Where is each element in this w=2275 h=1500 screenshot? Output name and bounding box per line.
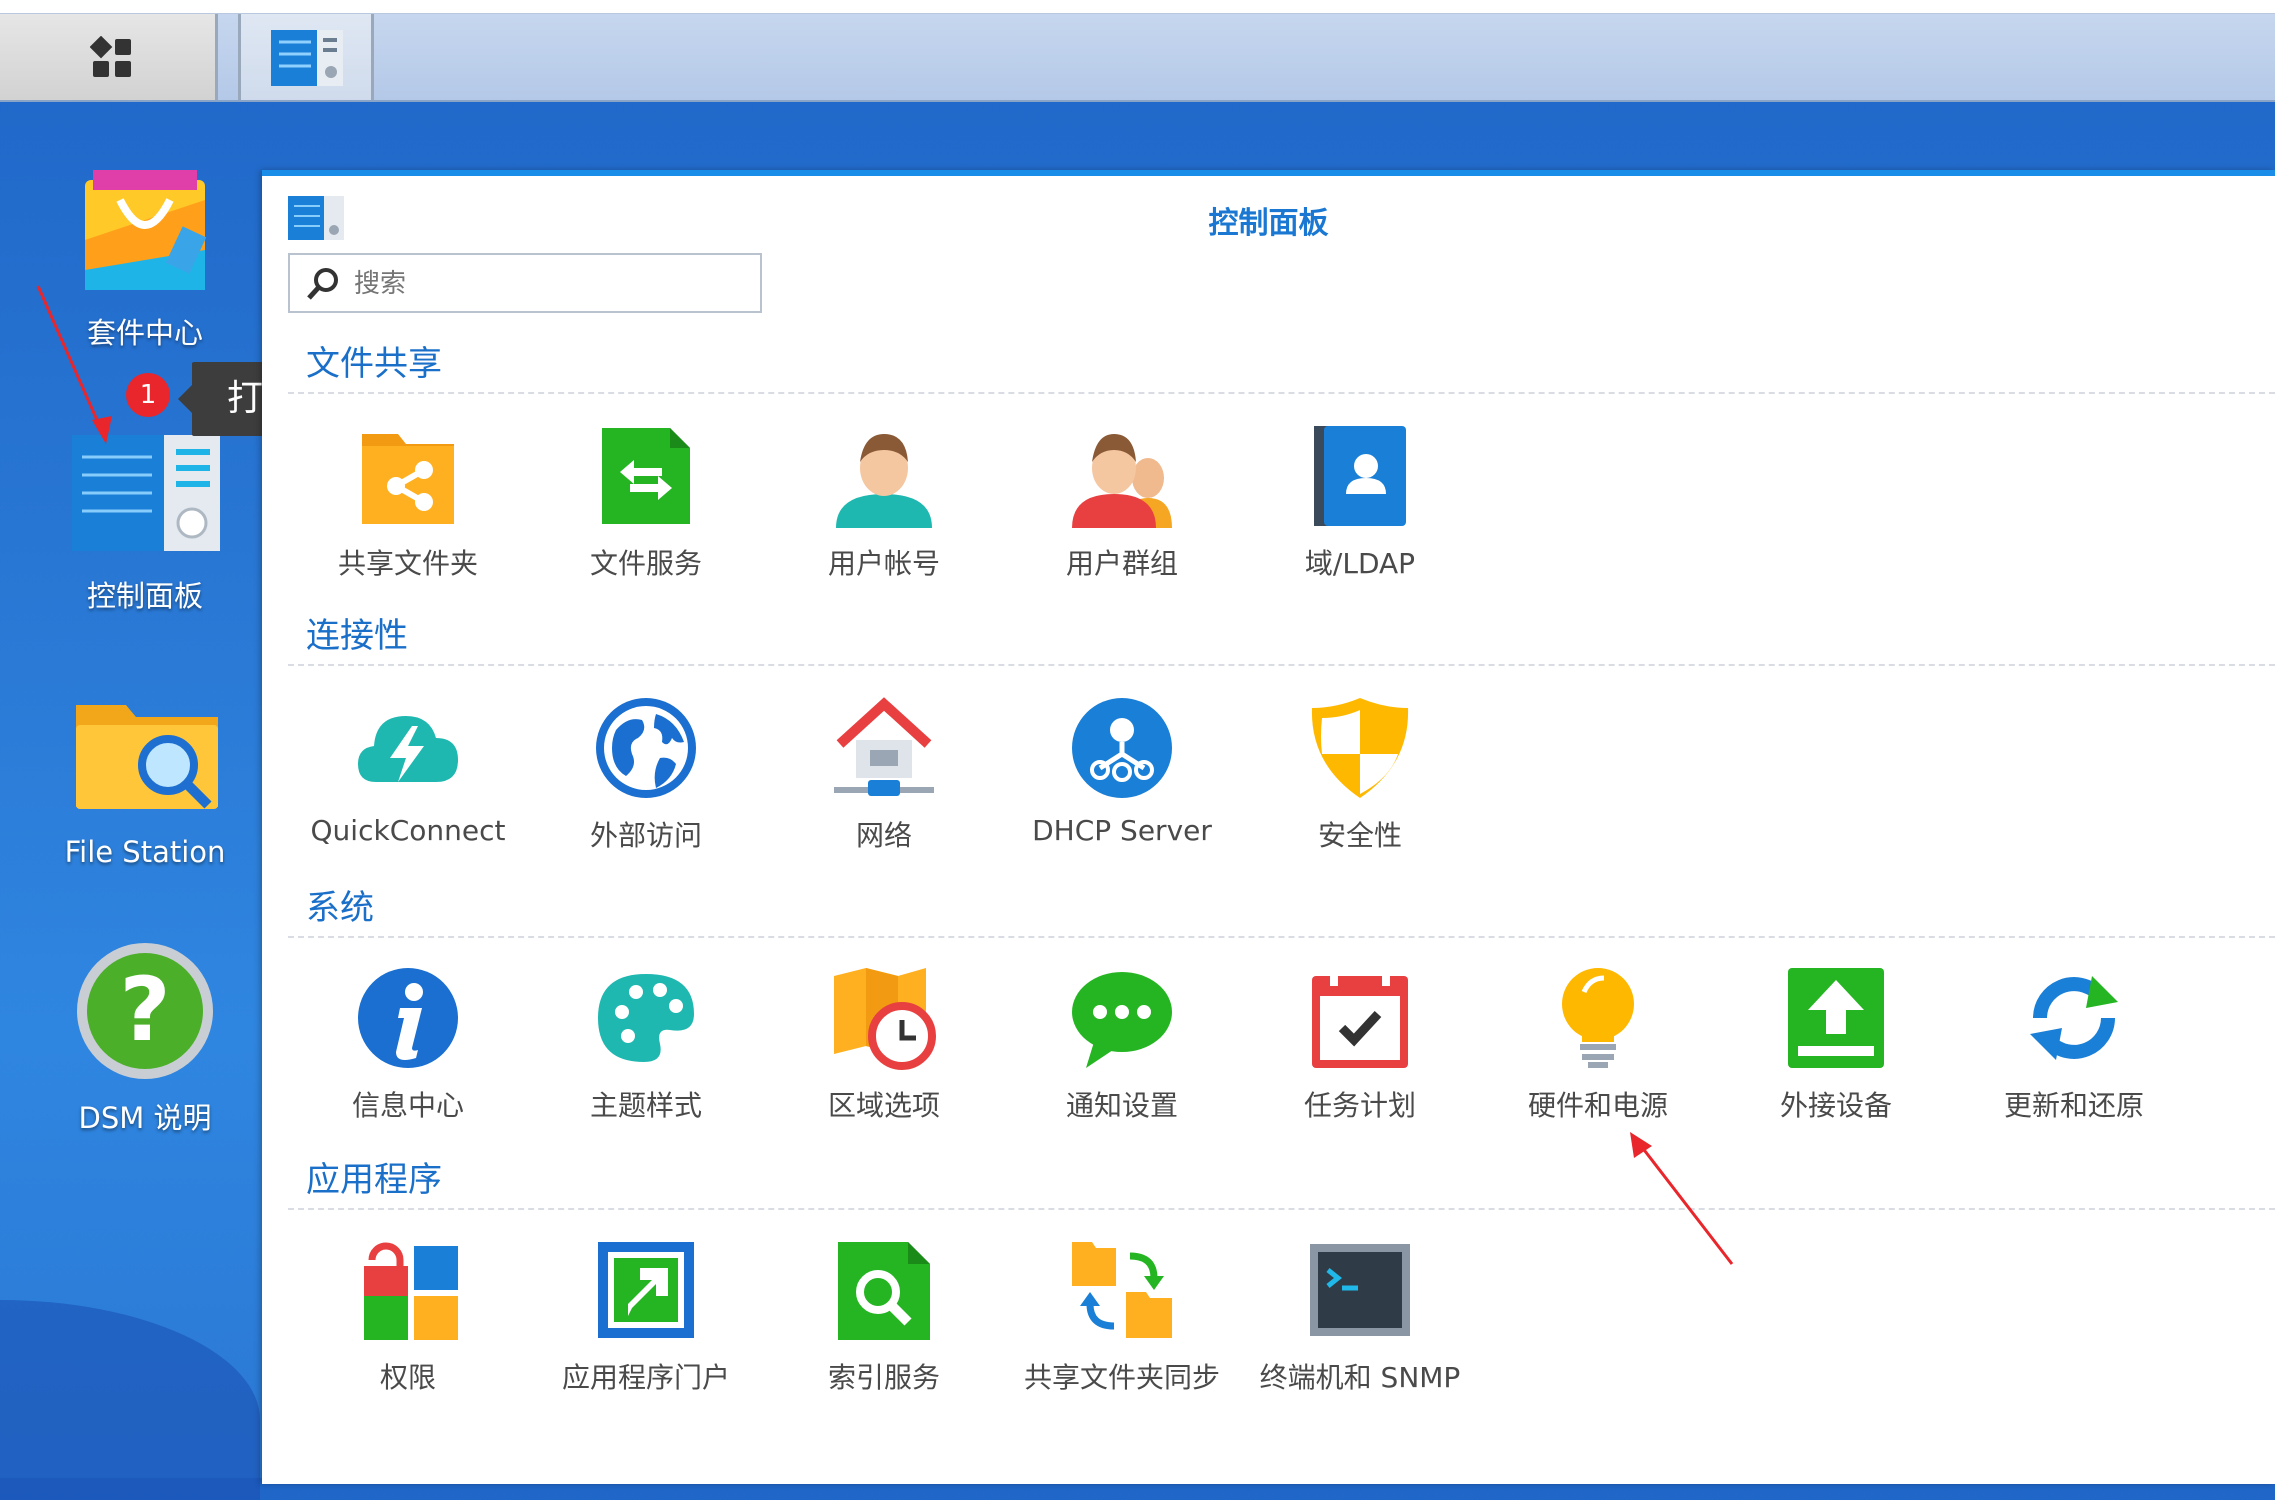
terminal-icon xyxy=(1310,1244,1410,1336)
help-icon: ? xyxy=(77,943,213,1079)
item-label: 更新和还原 xyxy=(2003,1089,2144,1122)
item-label: 信息中心 xyxy=(351,1089,464,1122)
shared-folder-icon xyxy=(362,434,454,524)
desktop-icon-label: 控制面板 xyxy=(86,579,203,613)
item-label: 域/LDAP xyxy=(1304,547,1416,580)
package-center-icon xyxy=(85,170,207,290)
item-label: 主题样式 xyxy=(589,1089,702,1122)
section-divider xyxy=(288,664,2275,666)
desktop-icon-package-center[interactable]: 套件中心 xyxy=(0,160,290,360)
svg-text:?: ? xyxy=(119,958,170,1061)
window-title: 控制面板 xyxy=(1208,206,1329,241)
desktop-wallpaper-curve xyxy=(0,1300,260,1500)
search-box[interactable] xyxy=(288,253,762,313)
item-label: 权限 xyxy=(379,1361,436,1394)
desktop-icon-dsm-help[interactable]: ? DSM 说明 xyxy=(0,940,290,1140)
step-badge: 1 xyxy=(126,373,170,417)
ldap-icon xyxy=(1314,426,1406,526)
item-label: 用户群组 xyxy=(1065,547,1178,580)
control-panel-window: 控制面板 文件共享 共享文件夹 文件服务 xyxy=(262,170,2275,1484)
item-label: 通知设置 xyxy=(1065,1089,1178,1122)
main-menu-icon xyxy=(90,36,131,77)
globe-icon xyxy=(596,698,696,798)
update-restore-icon xyxy=(2030,976,2118,1060)
file-station-icon xyxy=(76,705,218,809)
desktop-icon-label: File Station xyxy=(64,835,226,869)
item-label: DHCP Server xyxy=(1032,814,1212,847)
item-label: 区域选项 xyxy=(827,1089,940,1122)
item-label: 用户帐号 xyxy=(827,547,940,580)
section-divider xyxy=(288,1208,2275,1210)
chat-bubble-icon xyxy=(1072,972,1172,1068)
section-title-connectivity: 连接性 xyxy=(306,616,408,656)
group-icon xyxy=(1072,434,1172,528)
section-title-file-sharing: 文件共享 xyxy=(306,344,442,384)
dhcp-icon xyxy=(1072,698,1172,798)
item-label: 外接设备 xyxy=(1779,1089,1892,1122)
palette-icon xyxy=(598,974,694,1062)
item-label: QuickConnect xyxy=(310,814,506,847)
indexing-service-icon xyxy=(838,1242,930,1340)
item-label: 硬件和电源 xyxy=(1527,1089,1668,1122)
desktop-icon-control-panel[interactable]: 控制面板 xyxy=(0,435,290,615)
control-panel-icon xyxy=(271,30,343,86)
lightbulb-icon xyxy=(1562,968,1634,1068)
item-label: 共享文件夹 xyxy=(337,547,478,580)
desktop-icon-file-station[interactable]: File Station xyxy=(0,695,290,875)
network-house-icon xyxy=(834,697,934,796)
item-label: 共享文件夹同步 xyxy=(1023,1361,1220,1394)
taskbar xyxy=(0,14,2275,102)
item-label: 应用程序门户 xyxy=(561,1361,730,1394)
item-label: 终端机和 SNMP xyxy=(1259,1361,1461,1394)
item-label: 网络 xyxy=(855,819,912,852)
shield-icon xyxy=(1311,698,1409,798)
external-device-icon xyxy=(1788,968,1884,1068)
taskbar-control-panel-button[interactable] xyxy=(238,14,374,100)
section-divider xyxy=(288,936,2275,938)
application-portal-icon xyxy=(598,1242,694,1338)
search-input[interactable] xyxy=(352,255,756,313)
item-label: 任务计划 xyxy=(1303,1089,1416,1122)
item-label: 文件服务 xyxy=(589,547,702,580)
item-label: 索引服务 xyxy=(827,1361,940,1394)
search-icon xyxy=(307,268,338,300)
calendar-check-icon xyxy=(1312,968,1408,1068)
main-menu-button[interactable] xyxy=(0,14,218,100)
file-services-icon xyxy=(602,428,690,524)
privileges-icon xyxy=(364,1242,458,1340)
section-divider xyxy=(288,392,2275,394)
item-label: 外部访问 xyxy=(589,819,702,852)
section-title-system: 系统 xyxy=(306,888,374,928)
quickconnect-icon xyxy=(358,716,458,782)
info-icon xyxy=(358,968,458,1068)
user-icon xyxy=(836,434,932,528)
regional-map-clock-icon xyxy=(834,968,936,1070)
section-title-applications: 应用程序 xyxy=(306,1160,442,1200)
control-panel-icon xyxy=(72,435,220,551)
desktop-icon-label: 套件中心 xyxy=(86,316,203,350)
top-border xyxy=(0,0,2275,15)
folder-sync-icon xyxy=(1072,1242,1172,1338)
item-label: 安全性 xyxy=(1317,819,1402,852)
desktop-icon-label: DSM 说明 xyxy=(78,1101,212,1135)
